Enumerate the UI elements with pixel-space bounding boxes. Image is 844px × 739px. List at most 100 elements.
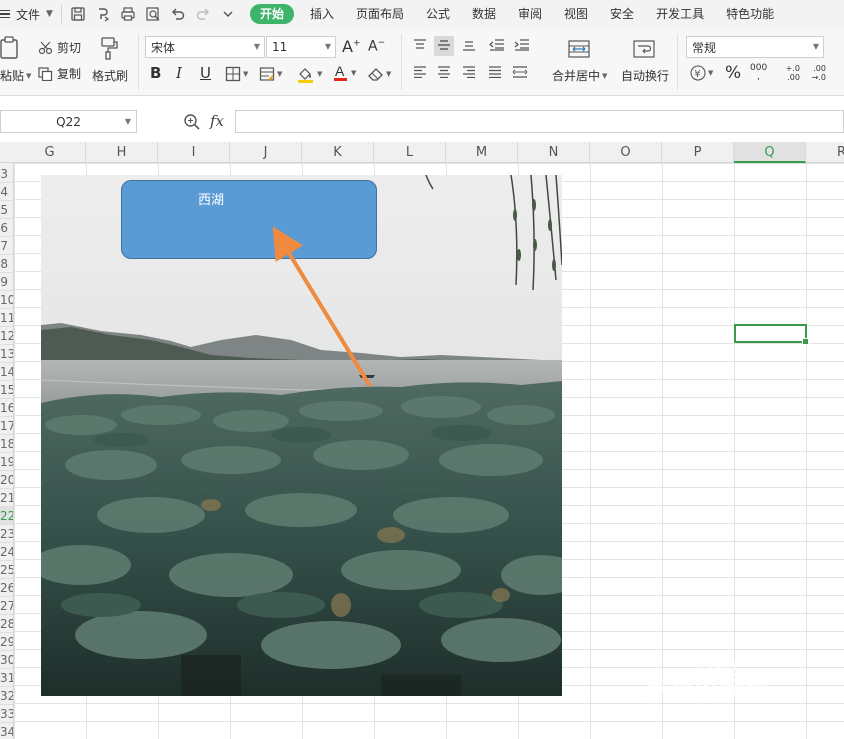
column-header-q[interactable]: Q xyxy=(734,142,806,163)
tab-developer[interactable]: 开发工具 xyxy=(645,0,715,28)
column-header-h[interactable]: H xyxy=(86,142,158,163)
row-header-18[interactable]: 18 xyxy=(0,435,13,453)
row-header-21[interactable]: 21 xyxy=(0,489,13,507)
column-header-k[interactable]: K xyxy=(302,142,374,163)
tab-view[interactable]: 视图 xyxy=(553,0,599,28)
column-header-l[interactable]: L xyxy=(374,142,446,163)
active-cell-selection[interactable] xyxy=(734,324,809,345)
tab-home[interactable]: 开始 xyxy=(249,4,294,24)
insert-function-button[interactable]: fx xyxy=(210,112,224,130)
row-header-5[interactable]: 5 xyxy=(0,201,13,219)
underline-button[interactable]: U xyxy=(200,64,211,82)
formula-input[interactable] xyxy=(235,110,844,133)
row-header-30[interactable]: 30 xyxy=(0,651,13,669)
row-header-15[interactable]: 15 xyxy=(0,381,13,399)
row-header-4[interactable]: 4 xyxy=(0,183,13,201)
decrease-font-size-button[interactable]: A− xyxy=(368,38,385,55)
undo-icon[interactable] xyxy=(170,6,186,22)
cut-button[interactable]: 剪切 xyxy=(38,39,81,56)
callout-shape[interactable]: 西湖 xyxy=(121,180,377,259)
row-header-28[interactable]: 28 xyxy=(0,615,13,633)
column-header-i[interactable]: I xyxy=(158,142,230,163)
italic-button[interactable]: I xyxy=(176,64,182,82)
export-icon[interactable] xyxy=(95,6,111,22)
distributed-button[interactable] xyxy=(510,63,530,83)
thousands-button[interactable]: 000 , xyxy=(750,64,767,82)
column-header-r[interactable]: R xyxy=(806,142,844,163)
save-icon[interactable] xyxy=(70,6,86,22)
row-header-25[interactable]: 25 xyxy=(0,561,13,579)
row-header-17[interactable]: 17 xyxy=(0,417,13,435)
tab-formulas[interactable]: 公式 xyxy=(415,0,461,28)
font-name-select[interactable]: 宋体 ▼ xyxy=(145,36,265,58)
borders-button[interactable]: ▼ xyxy=(225,66,248,82)
column-header-o[interactable]: O xyxy=(590,142,662,163)
tab-review[interactable]: 审阅 xyxy=(507,0,553,28)
print-preview-icon[interactable] xyxy=(145,6,161,22)
file-menu[interactable]: 文件 ▼ xyxy=(0,0,53,28)
row-header-26[interactable]: 26 xyxy=(0,579,13,597)
align-left-button[interactable] xyxy=(410,63,430,83)
row-header-8[interactable]: 8 xyxy=(0,255,13,273)
increase-indent-button[interactable] xyxy=(512,36,532,56)
row-header-9[interactable]: 9 xyxy=(0,273,13,291)
percent-button[interactable]: % xyxy=(725,63,741,83)
column-header-g[interactable]: G xyxy=(14,142,86,163)
paste-button[interactable] xyxy=(0,36,20,60)
row-header-19[interactable]: 19 xyxy=(0,453,13,471)
font-color-button[interactable]: A ▼ xyxy=(333,64,356,82)
row-header-13[interactable]: 13 xyxy=(0,345,13,363)
row-header-27[interactable]: 27 xyxy=(0,597,13,615)
zoom-icon[interactable] xyxy=(183,113,201,131)
row-header-20[interactable]: 20 xyxy=(0,471,13,489)
row-header-34[interactable]: 34 xyxy=(0,723,13,739)
justify-button[interactable] xyxy=(485,63,505,83)
align-middle-button[interactable] xyxy=(434,36,454,56)
increase-font-size-button[interactable]: A+ xyxy=(342,37,361,56)
number-format-select[interactable]: 常规 ▼ xyxy=(686,36,824,58)
row-header-31[interactable]: 31 xyxy=(0,669,13,687)
print-icon[interactable] xyxy=(120,6,136,22)
merge-center-button[interactable]: 合并居中 ▼ xyxy=(552,67,607,84)
align-top-button[interactable] xyxy=(410,36,430,56)
name-box[interactable]: Q22 ▼ xyxy=(0,110,137,133)
fill-color-button[interactable]: ▼ xyxy=(297,65,322,83)
row-header-7[interactable]: 7 xyxy=(0,237,13,255)
column-header-j[interactable]: J xyxy=(230,142,302,163)
increase-decimal-button[interactable]: +.0 .00 xyxy=(778,64,800,82)
tab-page-layout[interactable]: 页面布局 xyxy=(345,0,415,28)
font-size-select[interactable]: 11 ▼ xyxy=(266,36,336,58)
row-header-23[interactable]: 23 xyxy=(0,525,13,543)
cell-style-button[interactable]: ▼ xyxy=(259,66,282,82)
row-header-16[interactable]: 16 xyxy=(0,399,13,417)
row-header-14[interactable]: 14 xyxy=(0,363,13,381)
format-painter-button[interactable]: 格式刷 xyxy=(92,67,128,84)
currency-button[interactable]: ¥ ▼ xyxy=(690,65,713,81)
tab-insert[interactable]: 插入 xyxy=(299,0,345,28)
row-header-22[interactable]: 22 xyxy=(0,507,13,525)
column-header-m[interactable]: M xyxy=(446,142,518,163)
row-header-24[interactable]: 24 xyxy=(0,543,13,561)
align-bottom-button[interactable] xyxy=(459,36,479,56)
decrease-indent-button[interactable] xyxy=(487,36,507,56)
customize-dropdown-icon[interactable] xyxy=(220,6,236,22)
row-header-3[interactable]: 3 xyxy=(0,165,13,183)
paste-menu-button[interactable]: 粘贴 ▼ xyxy=(0,67,31,84)
clear-button[interactable]: ▼ xyxy=(367,66,391,81)
wrap-text-button[interactable]: 自动换行 xyxy=(621,67,669,84)
tab-data[interactable]: 数据 xyxy=(461,0,507,28)
row-header-32[interactable]: 32 xyxy=(0,687,13,705)
decrease-decimal-button[interactable]: .00 →.0 xyxy=(804,64,826,82)
row-header-33[interactable]: 33 xyxy=(0,705,13,723)
redo-icon[interactable] xyxy=(195,6,211,22)
row-header-10[interactable]: 10 xyxy=(0,291,13,309)
row-header-11[interactable]: 11 xyxy=(0,309,13,327)
tab-security[interactable]: 安全 xyxy=(599,0,645,28)
tab-special-features[interactable]: 特色功能 xyxy=(715,0,785,28)
bold-button[interactable]: B xyxy=(150,64,161,82)
copy-button[interactable]: 复制 xyxy=(38,65,81,82)
row-header-12[interactable]: 12 xyxy=(0,327,13,345)
column-header-n[interactable]: N xyxy=(518,142,590,163)
align-center-button[interactable] xyxy=(434,63,454,83)
align-right-button[interactable] xyxy=(459,63,479,83)
